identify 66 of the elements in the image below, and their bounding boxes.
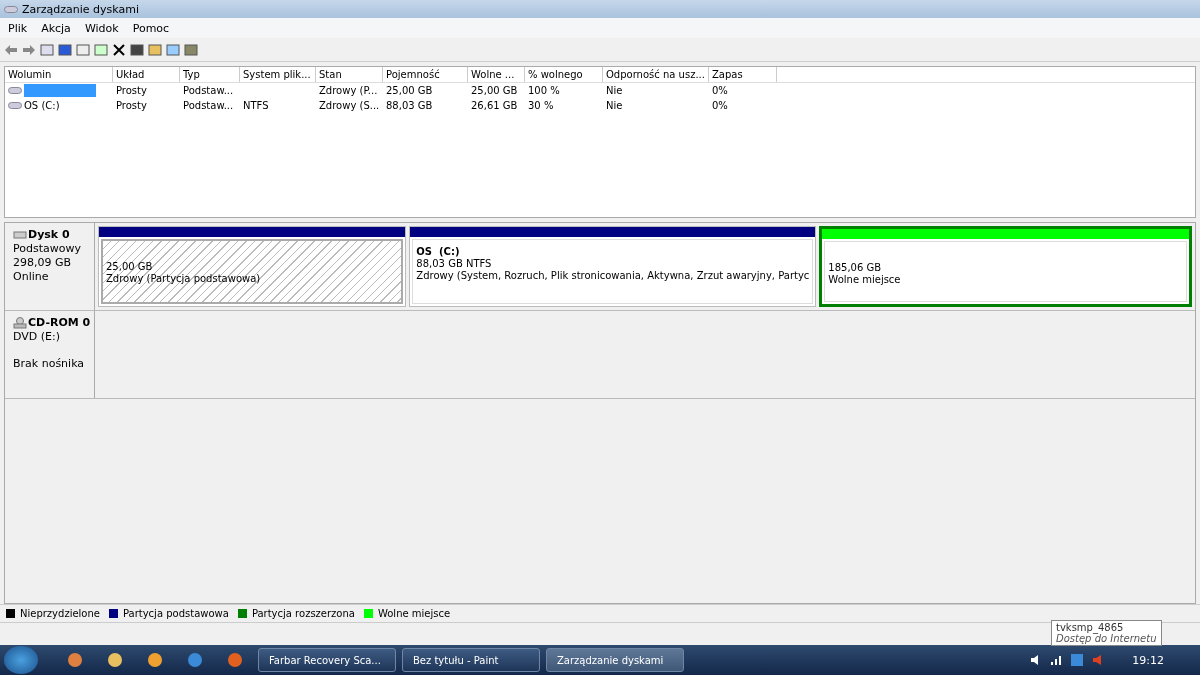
disk-info: DVD (E:) [13, 330, 61, 343]
partition[interactable]: OS (C:) 88,03 GB NTFS Zdrowy (System, Rozruch, Plik stronicowania, Aktywna, Zrzut awaryjny, Partyc [409, 226, 817, 307]
drive-icon [8, 101, 22, 110]
tooltip-title: tvksmp_4865 [1056, 622, 1124, 633]
tooltip-text: Dostęp do Internetu [1056, 633, 1157, 644]
column-header[interactable]: Typ [180, 67, 240, 82]
table-cell-text: 26,61 GB [470, 100, 519, 111]
table-cell-text: Prosty [115, 100, 148, 111]
partition-info: Zdrowy (Partycja podstawowa) [106, 273, 262, 284]
column-header[interactable]: Zapas [709, 67, 777, 82]
clock[interactable]: 19:12 [1132, 653, 1164, 667]
partition[interactable]: 25,00 GB Zdrowy (Partycja podstawowa) [98, 226, 407, 307]
table-cell-text: Podstaw... [182, 85, 235, 96]
column-header[interactable]: System plik... [240, 67, 316, 82]
column-header[interactable]: % wolnego [525, 67, 603, 82]
menu-item[interactable]: Plik [8, 21, 28, 35]
disk-name: Dysk 0 [28, 228, 70, 241]
disk-info: Online [13, 270, 50, 283]
table-cell-text: Prosty [115, 85, 148, 96]
table-cell-text: Nie [605, 100, 624, 111]
legend-label: Nieprzydzielone [20, 608, 100, 619]
disk-info: Brak nośnika [13, 357, 86, 370]
table-cell-text: NTFS [242, 100, 270, 111]
partition-title: OS (C:) [416, 246, 461, 257]
legend-label: Partycja podstawowa [122, 608, 229, 619]
partition[interactable]: 185,06 GB Wolne miejsce [819, 226, 1192, 307]
column-header[interactable]: Wolumin [5, 67, 113, 82]
partition-info: Wolne miejsce [828, 274, 902, 285]
column-header[interactable]: Stan [316, 67, 383, 82]
table-cell-text: Podstaw... [182, 100, 235, 111]
menu-item[interactable]: Akcja [41, 21, 71, 35]
partition-info: Zdrowy (System, Rozruch, Plik stronicowania, Aktywna, Zrzut awaryjny, Partyc [416, 270, 810, 281]
table-cell-text: Zdrowy (S... [318, 100, 381, 111]
menu-item[interactable]: Pomoc [132, 21, 170, 35]
partition-info: 88,03 GB NTFS [416, 258, 493, 269]
forward-arrow-icon[interactable] [22, 42, 36, 57]
column-header[interactable]: Układ [113, 67, 180, 82]
start-button[interactable] [4, 646, 38, 674]
delete-icon[interactable] [112, 42, 126, 57]
partition-info: 185,06 GB [828, 262, 883, 273]
table-cell-text: 25,00 GB [385, 85, 434, 96]
legend-label: Wolne miejsce [377, 608, 451, 619]
disk-info: 298,09 GB [13, 256, 73, 269]
taskbar-task[interactable]: Farbar Recovery Sca... [258, 648, 396, 672]
table-cell-text: 88,03 GB [385, 100, 434, 111]
disk-name: CD-ROM 0 [28, 316, 91, 329]
column-header[interactable]: Pojemność [383, 67, 468, 82]
taskbar-task[interactable]: Bez tytułu - Paint [402, 648, 540, 672]
table-cell: OS (C:) [24, 100, 60, 111]
disk-info: Podstawowy [13, 242, 82, 255]
column-header[interactable]: Wolne ... [468, 67, 525, 82]
table-cell-text: 30 % [527, 100, 555, 111]
table-cell-text: 0% [711, 85, 729, 96]
table-cell-text: 0% [711, 100, 729, 111]
legend-label: Partycja rozszerzona [251, 608, 355, 619]
partition-info: 25,00 GB [106, 261, 154, 272]
menu-item[interactable]: Widok [84, 21, 119, 35]
table-cell-text: Nie [605, 85, 624, 96]
signal-icon[interactable] [1050, 654, 1063, 666]
table-cell-text: 100 % [527, 85, 561, 96]
drive-icon [8, 86, 22, 95]
window-title: Zarządzanie dyskami [22, 2, 139, 16]
table-cell-text: 25,00 GB [470, 85, 519, 96]
column-header[interactable]: Odporność na usz... [603, 67, 709, 82]
table-cell-text: Zdrowy (P... [318, 85, 379, 96]
taskbar-task[interactable]: Zarządzanie dyskami [546, 648, 684, 672]
